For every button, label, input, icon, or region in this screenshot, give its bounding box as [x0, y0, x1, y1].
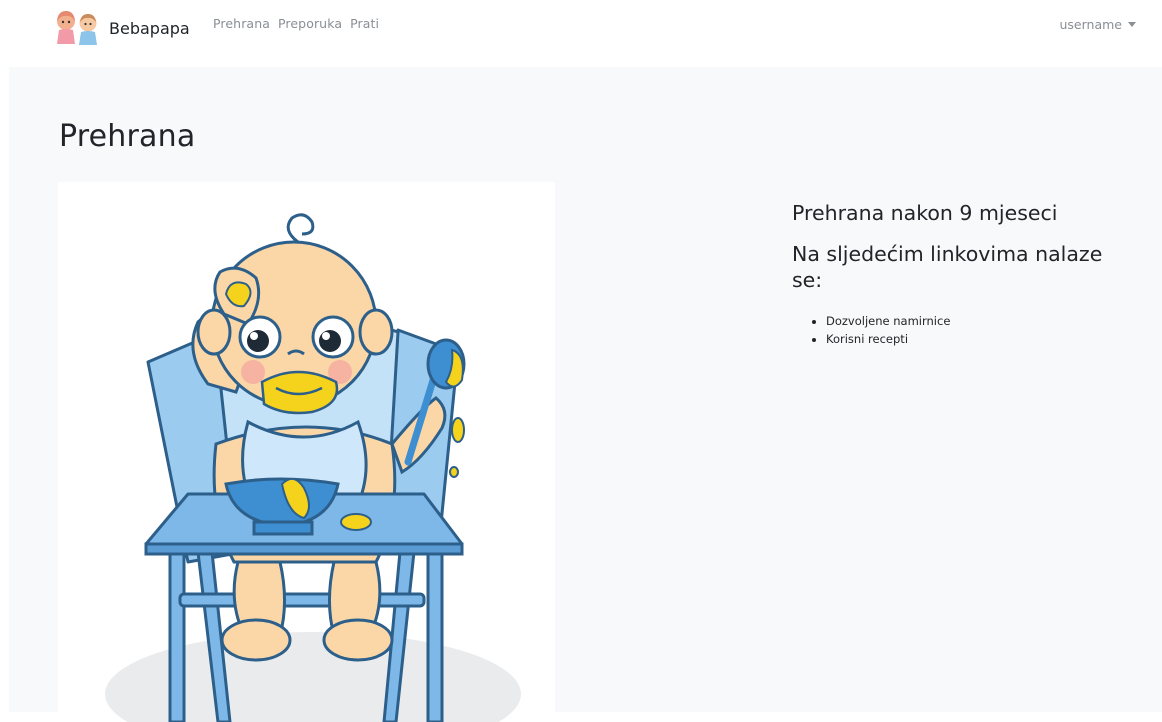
brand-name: Bebapapa	[109, 18, 190, 38]
user-name: username	[1059, 17, 1123, 32]
nav-link-preporuka[interactable]: Preporuka	[278, 16, 342, 31]
navbar: Bebapapa Prehrana Preporuka Prati userna…	[0, 0, 1162, 56]
link-korisni-recepti[interactable]: Korisni recepti	[826, 332, 908, 346]
page-title: Prehrana	[59, 119, 196, 154]
info-subheading: Na sljedećim linkovima nalaze se:	[792, 241, 1103, 293]
main-content: Prehrana Prehrana nakon 9 mjeseci Na slj…	[9, 67, 1162, 722]
caret-down-icon	[1128, 22, 1136, 27]
image-card	[58, 182, 555, 722]
info-heading: Prehrana nakon 9 mjeseci	[792, 201, 1058, 225]
babies-logo-icon	[57, 11, 97, 45]
info-panel: Prehrana nakon 9 mjeseci Na sljedećim li…	[792, 200, 1137, 348]
nav-link-prati[interactable]: Prati	[350, 16, 379, 31]
brand[interactable]: Bebapapa	[50, 8, 190, 48]
link-dozvoljene-namirnice[interactable]: Dozvoljene namirnice	[826, 314, 950, 328]
user-menu-dropdown[interactable]: username	[1059, 17, 1136, 32]
nav-link-prehrana[interactable]: Prehrana	[213, 16, 270, 31]
baby-eating-illustration	[105, 213, 521, 722]
list-item: Korisni recepti	[826, 330, 1137, 348]
list-item: Dozvoljene namirnice	[826, 312, 1137, 330]
link-list: Dozvoljene namirnice Korisni recepti	[792, 312, 1137, 348]
nav-links: Prehrana Preporuka Prati	[213, 16, 379, 31]
